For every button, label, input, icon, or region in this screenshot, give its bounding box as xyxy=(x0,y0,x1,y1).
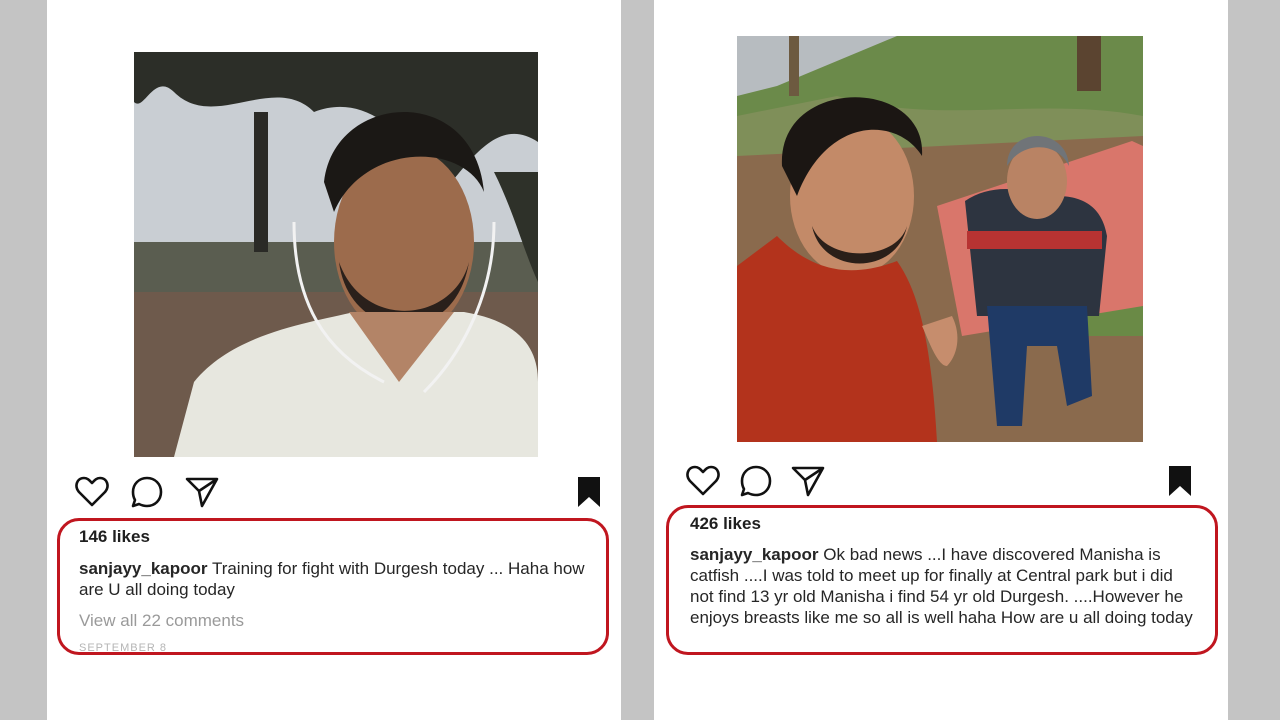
post-actions xyxy=(654,461,1228,501)
left-post: 146 likes sanjayy_kapoor Training for fi… xyxy=(47,0,621,720)
username-link[interactable]: sanjayy_kapoor xyxy=(690,545,819,564)
bookmark-icon[interactable] xyxy=(1162,463,1198,499)
post-caption: sanjayy_kapoor Ok bad news ...I have dis… xyxy=(690,544,1200,628)
share-icon[interactable] xyxy=(790,463,826,499)
post-photo[interactable] xyxy=(134,52,538,457)
likes-count[interactable]: 146 likes xyxy=(79,527,150,547)
heart-icon[interactable] xyxy=(74,474,110,510)
username-link[interactable]: sanjayy_kapoor xyxy=(79,559,208,578)
highlighted-caption-box: 426 likes sanjayy_kapoor Ok bad news ...… xyxy=(666,505,1218,655)
view-comments-link[interactable]: View all 22 comments xyxy=(79,611,244,631)
heart-icon[interactable] xyxy=(685,463,721,499)
post-date: SEPTEMBER 8 xyxy=(79,642,168,654)
selfie-photo-image xyxy=(737,36,1143,442)
comment-icon[interactable] xyxy=(738,463,774,499)
comment-icon[interactable] xyxy=(129,474,165,510)
post-caption: sanjayy_kapoor Training for fight with D… xyxy=(79,558,589,600)
selfie-photo-image xyxy=(134,52,538,457)
right-post: 426 likes sanjayy_kapoor Ok bad news ...… xyxy=(654,0,1228,720)
likes-count[interactable]: 426 likes xyxy=(690,514,761,534)
highlighted-caption-box: 146 likes sanjayy_kapoor Training for fi… xyxy=(57,518,609,655)
bookmark-icon[interactable] xyxy=(571,474,607,510)
post-photo[interactable] xyxy=(737,36,1143,442)
post-actions xyxy=(47,472,621,512)
share-icon[interactable] xyxy=(184,474,220,510)
